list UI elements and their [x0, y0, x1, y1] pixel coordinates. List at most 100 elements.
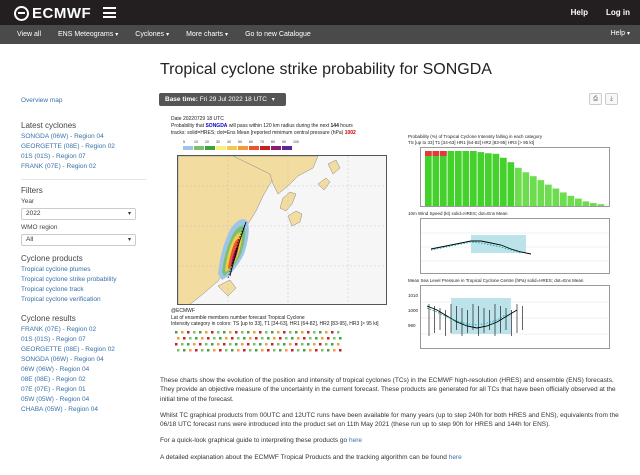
- intensity-bar-chart: [420, 147, 610, 207]
- intensity-bar-top: [440, 151, 447, 156]
- ensemble-mark: [261, 337, 264, 340]
- product-link-plumes[interactable]: Tropical cyclone plumes: [21, 265, 146, 275]
- intensity-bar: [567, 195, 575, 206]
- intensity-bar: [560, 192, 567, 206]
- intensity-bar: [552, 188, 560, 206]
- ensemble-mark: [213, 349, 216, 352]
- description-paragraph: These charts show the evolution of the p…: [160, 377, 616, 403]
- help-link[interactable]: Help: [571, 8, 588, 17]
- ecmwf-logo[interactable]: ECMWF: [14, 4, 91, 22]
- nav-more-charts[interactable]: More charts: [186, 31, 228, 38]
- ensemble-mark: [273, 349, 276, 352]
- intensity-charts-panel: Probability (%) of Tropical Cyclone Inte…: [408, 134, 615, 362]
- result-link[interactable]: FRANK (07E) - Region 02: [21, 325, 146, 335]
- overview-map-link[interactable]: Overview map: [21, 96, 146, 106]
- base-time-label: Base time:: [165, 96, 198, 103]
- intensity-bar: [425, 151, 432, 206]
- ensemble-mark: [279, 337, 282, 340]
- ensemble-mark: [313, 343, 316, 346]
- ensemble-mark: [289, 331, 292, 334]
- divider: [21, 179, 146, 180]
- ensemble-mark: [313, 331, 316, 334]
- nav-cyclones[interactable]: Cyclones: [135, 31, 169, 38]
- product-link-track[interactable]: Tropical cyclone track: [21, 285, 146, 295]
- ensemble-mark: [319, 331, 322, 334]
- print-icon[interactable]: ⎙: [589, 93, 602, 105]
- download-icon[interactable]: ⤓: [605, 93, 618, 105]
- intensity-bar: [455, 151, 462, 206]
- panel3-yticks: 1010 1000 990: [408, 293, 419, 328]
- ensemble-mark: [199, 331, 202, 334]
- login-link[interactable]: Log in: [606, 8, 630, 17]
- latest-cyclone-link[interactable]: GEORGETTE (08E) - Region 02: [21, 142, 146, 152]
- ensemble-mark: [219, 349, 222, 352]
- base-time-dropdown[interactable]: Base time: Fri 29 Jul 2022 18 UTC ▾: [159, 93, 286, 106]
- latest-cyclone-link[interactable]: FRANK (07E) - Region 02: [21, 162, 146, 172]
- ensemble-mark: [283, 343, 286, 346]
- ensemble-mark: [277, 343, 280, 346]
- logo-text: ECMWF: [32, 4, 92, 22]
- nav-view-all[interactable]: View all: [17, 31, 41, 38]
- description-paragraph: Whilst TC graphical products from 00UTC …: [160, 411, 619, 429]
- sidebar: Overview map Latest cyclones SONGDA (06W…: [21, 96, 146, 415]
- ensemble-mark: [189, 349, 192, 352]
- ensemble-mark: [211, 343, 214, 346]
- map: [177, 155, 387, 305]
- ensemble-mark: [231, 337, 234, 340]
- base-time-value: Fri 29 Jul 2022 18 UTC: [199, 96, 267, 103]
- result-link[interactable]: 07E (07E) - Region 01: [21, 385, 146, 395]
- ensemble-mark: [327, 337, 330, 340]
- nav-ens-meteograms[interactable]: ENS Meteograms: [58, 31, 118, 38]
- ensemble-mark: [247, 331, 250, 334]
- ensemble-mark: [223, 343, 226, 346]
- legend-label: 30: [216, 140, 220, 144]
- ensemble-mark: [321, 349, 324, 352]
- result-link[interactable]: 08E (08E) - Region 02: [21, 375, 146, 385]
- ensemble-mark: [307, 331, 310, 334]
- guide-here-link[interactable]: here: [349, 437, 362, 444]
- ensemble-mark: [211, 331, 214, 334]
- nav-new-catalogue[interactable]: Go to new Catalogue: [245, 31, 311, 38]
- year-select[interactable]: 2022: [21, 208, 136, 220]
- ensemble-mark: [291, 349, 294, 352]
- description: These charts show the evolution of the p…: [160, 376, 626, 469]
- ensemble-mark: [339, 337, 342, 340]
- result-link[interactable]: 06W (06W) - Region 04: [21, 365, 146, 375]
- intensity-bar: [515, 167, 522, 206]
- ecmwf-tag: @ECMWF: [171, 308, 195, 314]
- hamburger-menu-icon[interactable]: [103, 7, 116, 18]
- wmo-region-select[interactable]: All: [21, 234, 136, 246]
- ensemble-mark: [199, 343, 202, 346]
- ensemble-mark: [325, 343, 328, 346]
- product-link-strike-probability[interactable]: Tropical cyclone strike probability: [21, 275, 146, 285]
- result-link[interactable]: GEORGETTE (08E) - Region 02: [21, 345, 146, 355]
- nav-help[interactable]: Help: [611, 30, 630, 37]
- ensemble-mark: [291, 337, 294, 340]
- product-link-verification[interactable]: Tropical cyclone verification: [21, 295, 146, 305]
- ensemble-mark: [259, 343, 262, 346]
- result-link[interactable]: CHABA (05W) - Region 04: [21, 405, 146, 415]
- ensemble-mark: [249, 349, 252, 352]
- intensity-bar: [432, 151, 440, 206]
- date-line: Date 20220729 18 UTC: [171, 116, 224, 122]
- ensemble-mark: [229, 331, 232, 334]
- latest-cyclone-link[interactable]: SONGDA (06W) - Region 04: [21, 132, 146, 142]
- legend-label: 10: [194, 140, 198, 144]
- latest-cyclone-link[interactable]: 01S (01S) - Region 07: [21, 152, 146, 162]
- legend-label: 40: [227, 140, 231, 144]
- result-link[interactable]: SONGDA (06W) - Region 04: [21, 355, 146, 365]
- ensemble-mark: [333, 337, 336, 340]
- explanation-here-link[interactable]: here: [449, 454, 462, 461]
- ensemble-mark: [295, 331, 298, 334]
- ensemble-mark: [231, 349, 234, 352]
- latest-cyclones-heading: Latest cyclones: [21, 121, 77, 130]
- ensemble-mark: [265, 331, 268, 334]
- result-link[interactable]: 01S (01S) - Region 07: [21, 335, 146, 345]
- page-title: Tropical cyclone strike probability for …: [160, 61, 492, 78]
- ensemble-mark: [259, 331, 262, 334]
- legend-label: 5: [183, 140, 185, 144]
- result-link[interactable]: 05W (05W) - Region 04: [21, 395, 146, 405]
- ensemble-mark: [327, 349, 330, 352]
- intensity-bar-top: [425, 151, 432, 156]
- ensemble-mark: [253, 343, 256, 346]
